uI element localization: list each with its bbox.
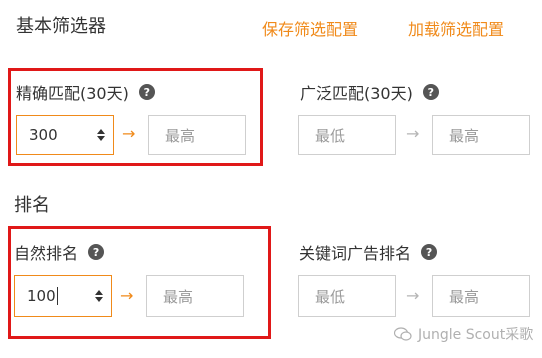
page-title: 基本筛选器 — [16, 16, 106, 37]
broad-match-max-input[interactable]: 最高 — [432, 115, 530, 155]
highlight-box-exact-match — [8, 68, 263, 166]
watermark-text: Jungle Scout采歌 — [418, 327, 534, 343]
save-filter-config-link[interactable]: 保存筛选配置 — [262, 16, 358, 40]
broad-match-label-row: 广泛匹配(30天) ? — [300, 80, 439, 104]
highlight-box-natural-rank — [8, 226, 271, 339]
arrow-right-icon: → — [406, 286, 420, 305]
arrow-right-icon: → — [406, 124, 420, 143]
help-icon[interactable]: ? — [421, 244, 438, 260]
help-icon[interactable]: ? — [422, 84, 439, 100]
broad-match-label: 广泛匹配(30天) — [300, 84, 413, 103]
keyword-ad-rank-max-placeholder: 最高 — [449, 287, 480, 306]
keyword-ad-rank-label: 关键词广告排名 — [299, 244, 412, 263]
load-filter-config-link[interactable]: 加载筛选配置 — [408, 16, 504, 40]
wechat-icon — [394, 327, 412, 341]
broad-match-max-placeholder: 最高 — [449, 126, 480, 145]
broad-match-min-input[interactable]: 最低 — [298, 115, 396, 155]
keyword-ad-rank-label-row: 关键词广告排名 ? — [299, 240, 438, 264]
keyword-ad-rank-min-input[interactable]: 最低 — [298, 275, 396, 317]
watermark: Jungle Scout采歌 — [394, 324, 533, 344]
broad-match-min-placeholder: 最低 — [315, 126, 346, 145]
keyword-ad-rank-min-placeholder: 最低 — [315, 287, 346, 306]
keyword-ad-rank-max-input[interactable]: 最高 — [432, 275, 530, 317]
ranking-section-title: 排名 — [14, 195, 50, 216]
